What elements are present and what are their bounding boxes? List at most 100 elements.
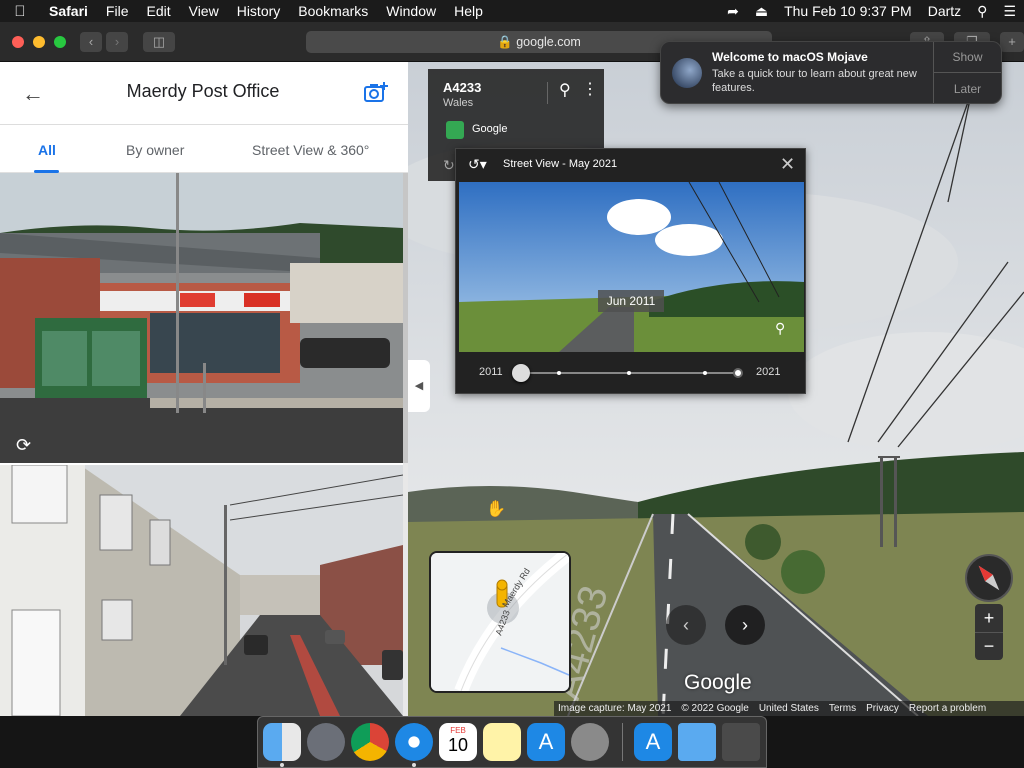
later-button[interactable]: Later: [934, 82, 1001, 96]
menu-bookmarks[interactable]: Bookmarks: [289, 0, 377, 22]
more-options-icon[interactable]: ⋮: [582, 79, 598, 99]
place-title: Maerdy Post Office: [126, 81, 280, 101]
macos-notification[interactable]: Welcome to macOS Mojave Take a quick tou…: [660, 41, 1002, 104]
year-end-label: 2021: [756, 366, 781, 378]
year-start-label: 2011: [479, 366, 503, 378]
country-link[interactable]: United States: [749, 703, 819, 714]
calendar-month: FEB: [450, 726, 466, 735]
minimize-window-button[interactable]: [33, 36, 45, 48]
timeline-tick[interactable]: [557, 371, 561, 375]
close-icon[interactable]: ✕: [780, 154, 795, 175]
post-office-photo-image: [0, 173, 403, 463]
sidebar-toggle-button[interactable]: ◫: [143, 32, 175, 52]
tab-street-view[interactable]: Street View & 360°: [252, 142, 369, 158]
road-name: A4233: [443, 80, 482, 95]
launchpad-icon[interactable]: [307, 723, 345, 761]
collapse-panel-button[interactable]: ◀: [408, 360, 430, 412]
downloads-folder-icon[interactable]: [678, 723, 716, 761]
google-logo: Google: [684, 671, 752, 694]
privacy-link[interactable]: Privacy: [856, 703, 899, 714]
url-text: google.com: [516, 35, 581, 49]
spotlight-search-icon[interactable]: ⚲: [969, 0, 995, 22]
timeline-slider[interactable]: 2011 2021: [456, 361, 805, 385]
menu-clock[interactable]: Thu Feb 10 9:37 PM: [776, 0, 920, 22]
mini-map-graphic: A4233 Maerdy Rd: [431, 553, 569, 691]
menu-edit[interactable]: Edit: [137, 0, 179, 22]
source-label: Google: [472, 123, 508, 135]
menu-bar:  Safari File Edit View History Bookmark…: [0, 0, 1024, 22]
app-store-icon[interactable]: A: [527, 723, 565, 761]
notification-body: Take a quick tour to learn about great n…: [712, 68, 917, 94]
menu-help[interactable]: Help: [445, 0, 492, 22]
calendar-icon[interactable]: FEB 10: [439, 723, 477, 761]
report-problem-link[interactable]: Report a problem: [899, 703, 986, 714]
photo-post-office[interactable]: ⟳: [0, 173, 403, 463]
zoom-in-preview-icon[interactable]: ⚲: [775, 320, 785, 337]
clock-history-icon[interactable]: ↺▾: [468, 156, 487, 173]
menu-window[interactable]: Window: [377, 0, 445, 22]
region-name: Wales: [443, 97, 474, 109]
time-travel-panel: ↺▾ Street View - May 2021 ✕ ⚲ Jun 2011 2…: [455, 148, 806, 394]
street-view-footer: Image capture: May 2021 © 2022 Google Un…: [554, 701, 1024, 716]
time-panel-title: Street View - May 2021: [503, 158, 618, 170]
mini-map[interactable]: A4233 Maerdy Rd: [429, 551, 571, 693]
zoom-window-button[interactable]: [54, 36, 66, 48]
timeline-tick[interactable]: [627, 371, 631, 375]
compass-icon[interactable]: [965, 554, 1013, 602]
timeline-current-marker[interactable]: [733, 368, 743, 378]
new-tab-button[interactable]: +: [1000, 32, 1024, 52]
notification-title: Welcome to macOS Mojave: [712, 50, 868, 64]
back-button[interactable]: ‹: [80, 32, 102, 52]
notification-center-icon[interactable]: ☰: [995, 0, 1024, 22]
360-rotate-icon: ⟳: [16, 435, 32, 455]
screen-share-icon[interactable]: ➦: [719, 0, 747, 22]
timeline-tick[interactable]: [703, 371, 707, 375]
google-maps-icon: [446, 121, 464, 139]
previous-arrow-button[interactable]: ‹: [666, 605, 706, 645]
close-window-button[interactable]: [12, 36, 24, 48]
show-button[interactable]: Show: [934, 50, 1001, 64]
next-arrow-button[interactable]: ›: [725, 605, 765, 645]
system-preferences-icon[interactable]: [571, 723, 609, 761]
safari-icon[interactable]: [395, 723, 433, 761]
panel-header: ← Maerdy Post Office: [0, 62, 408, 125]
tab-by-owner[interactable]: By owner: [126, 142, 184, 158]
lock-icon: 🔒: [497, 35, 513, 49]
apple-menu-icon[interactable]: : [0, 3, 40, 20]
terms-link[interactable]: Terms: [819, 703, 856, 714]
mojave-icon: [672, 58, 702, 88]
chrome-icon[interactable]: [351, 723, 389, 761]
photo-tabs: All By owner Street View & 360°: [0, 125, 408, 173]
calendar-day: 10: [447, 735, 469, 755]
zoom-in-button[interactable]: +: [975, 604, 1003, 632]
menu-file[interactable]: File: [97, 0, 138, 22]
timeline-slider-thumb[interactable]: [512, 364, 530, 382]
zoom-out-button[interactable]: −: [975, 632, 1003, 660]
running-indicator: [412, 763, 416, 767]
terrace-street-photo-image: [0, 465, 403, 716]
notes-icon[interactable]: [483, 723, 521, 761]
map-pin-icon[interactable]: ⚲: [559, 80, 571, 100]
historic-preview-scene: [459, 182, 804, 352]
finder-icon[interactable]: [263, 723, 301, 761]
tab-all[interactable]: All: [38, 142, 56, 158]
menu-view[interactable]: View: [180, 0, 228, 22]
menu-app-name[interactable]: Safari: [40, 0, 97, 22]
menu-history[interactable]: History: [228, 0, 290, 22]
hover-date-label: Jun 2011: [598, 290, 664, 312]
add-photo-icon[interactable]: [363, 80, 389, 106]
photos-side-panel: ← Maerdy Post Office All By owner Street…: [0, 62, 408, 716]
photo-street-terrace[interactable]: [0, 465, 403, 716]
app-store-download-icon[interactable]: A: [634, 723, 672, 761]
history-icon[interactable]: ↻: [443, 157, 455, 174]
menu-user[interactable]: Dartz: [920, 0, 969, 22]
forward-button[interactable]: ›: [106, 32, 128, 52]
copyright-text: © 2022 Google: [681, 703, 749, 714]
running-indicator: [280, 763, 284, 767]
trash-icon[interactable]: [722, 723, 760, 761]
zoom-control: + −: [975, 604, 1003, 660]
back-arrow-icon[interactable]: ←: [22, 81, 44, 107]
historic-preview-image[interactable]: ⚲: [459, 182, 804, 352]
eject-icon[interactable]: ⏏: [747, 0, 776, 22]
dock: FEB 10 A A: [257, 716, 767, 768]
